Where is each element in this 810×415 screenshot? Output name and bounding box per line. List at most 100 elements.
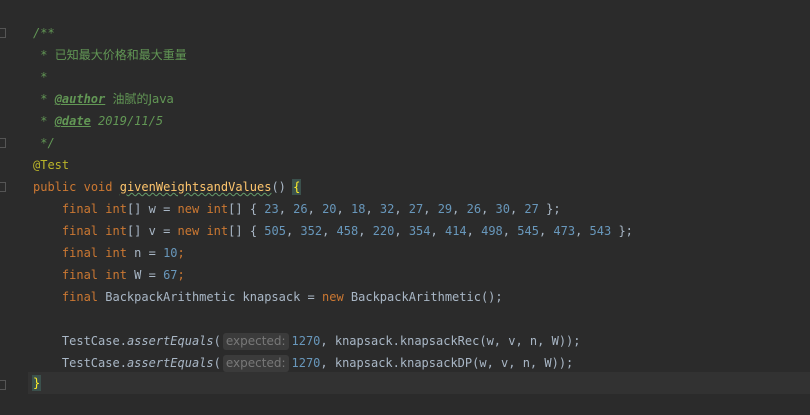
W-value: 67 [163,268,178,282]
keyword-final: final [61,202,99,216]
code-line-doc-open: /** [33,22,55,44]
W-declaration: W = [126,268,164,282]
code-line-close-brace[interactable]: } [28,372,810,394]
keyword-new: new [177,202,200,216]
parameter-hint: expected: [222,333,289,350]
assert-equals-call[interactable]: assertEquals [127,334,214,348]
keyword-int: int [206,202,229,216]
expected-value: 1270 [291,334,321,348]
v-value: 352 [300,224,323,238]
keyword-final: final [61,268,99,282]
keyword-public: public [33,180,77,194]
parameter-hint: expected: [222,355,289,372]
doc-star: * [33,48,55,62]
w-value: 18 [350,202,366,216]
code-line-doc-close: */ [33,132,55,154]
doc-close: */ [33,136,55,150]
v-value: 220 [372,224,395,238]
method-open-brace: { [292,179,302,195]
doc-author-tag[interactable]: @author [55,92,106,106]
code-line-doc-date: * @date 2019/11/5 [33,110,163,132]
code-line-doc-blank: * [33,66,47,88]
keyword-final: final [61,246,99,260]
code-line-knapsack: final BackpackArithmetic knapsack = new … [33,286,503,308]
editor-gutter[interactable] [0,0,28,415]
fold-marker-icon[interactable] [0,138,6,148]
array-close: }; [611,224,633,238]
code-line-annotation: @Test [33,154,69,176]
code-line-W: final int W = 67; [33,264,185,286]
v-value: 458 [336,224,359,238]
v-value: 498 [481,224,503,238]
assert-arguments: , knapsack.knapsackDP(w, v, n, W)); [320,356,574,370]
doc-open: /** [33,26,55,40]
doc-author-name: 油腻的Java [112,92,174,106]
keyword-int: int [105,224,127,238]
testcase-class: TestCase. [61,334,127,348]
doc-date-value: 2019/11/5 [98,114,164,128]
code-line-method-signature: public void givenWeightsandValues() { [33,176,302,198]
array-open: [] { [228,202,265,216]
code-line-n: final int n = 10; [33,242,185,264]
n-value: 10 [163,246,178,260]
code-editor[interactable]: /** * 已知最大价格和最大重量 * * @author 油腻的Java * … [0,0,810,415]
semicolon: ; [177,268,185,282]
keyword-new: new [322,290,344,304]
semicolon: ; [177,246,185,260]
doc-date-tag[interactable]: @date [55,114,91,128]
test-annotation[interactable]: @Test [33,158,69,172]
w-value: 27 [524,202,539,216]
open-paren: ( [213,334,221,348]
w-declaration: [] w = [126,202,178,216]
fold-marker-icon[interactable] [0,28,6,38]
v-value: 354 [408,224,431,238]
n-declaration: n = [126,246,164,260]
array-open: [] { [228,224,265,238]
w-value: 23 [264,202,279,216]
code-line-v-array: final int[] v = new int[] { 505, 352, 45… [61,224,633,238]
v-value: 473 [553,224,576,238]
assert-equals-call[interactable]: assertEquals [127,356,214,370]
w-value: 29 [437,202,453,216]
keyword-final: final [61,290,99,304]
method-name[interactable]: givenWeightsandValues [120,180,272,194]
w-value: 27 [408,202,424,216]
method-close-brace: } [31,375,42,391]
v-value: 543 [589,224,612,238]
keyword-new: new [177,224,200,238]
fold-marker-icon[interactable] [0,182,6,192]
keyword-int: int [105,202,127,216]
v-value: 414 [444,224,467,238]
code-line-assert-rec: TestCase.assertEquals(expected: 1270, kna… [33,330,581,352]
testcase-class: TestCase. [61,356,127,370]
v-value: 505 [264,224,286,238]
v-value: 545 [517,224,539,238]
doc-description: 已知最大价格和最大重量 [54,48,187,62]
fold-marker-icon[interactable] [0,380,6,390]
array-close: }; [538,202,561,216]
v-declaration: [] v = [126,224,178,238]
open-paren: ( [213,356,221,370]
w-value: 32 [379,202,395,216]
keyword-final: final [61,224,99,238]
doc-star: * [33,114,55,128]
code-line-w-array: final int[] w = new int[] { 23, 26, 20, … [61,202,561,216]
w-value: 26 [466,202,482,216]
code-line-assert-dp: TestCase.assertEquals(expected: 1270, kna… [33,352,573,374]
method-parens: () [271,180,286,194]
assert-arguments: , knapsack.knapsackRec(w, v, n, W)); [320,334,581,348]
knapsack-declaration: BackpackArithmetic knapsack = [98,290,322,304]
expected-value: 1270 [291,356,321,370]
w-value: 26 [293,202,308,216]
code-line-doc-author: * @author 油腻的Java [33,88,174,110]
code-line-doc-desc: * 已知最大价格和最大重量 [33,44,187,66]
w-value: 30 [495,202,510,216]
keyword-int: int [206,224,229,238]
doc-star: * [33,70,48,84]
keyword-int: int [105,268,127,282]
keyword-int: int [105,246,127,260]
w-value: 20 [322,202,337,216]
knapsack-constructor: BackpackArithmetic(); [343,290,503,304]
doc-star: * [33,92,55,106]
keyword-void: void [83,180,113,194]
